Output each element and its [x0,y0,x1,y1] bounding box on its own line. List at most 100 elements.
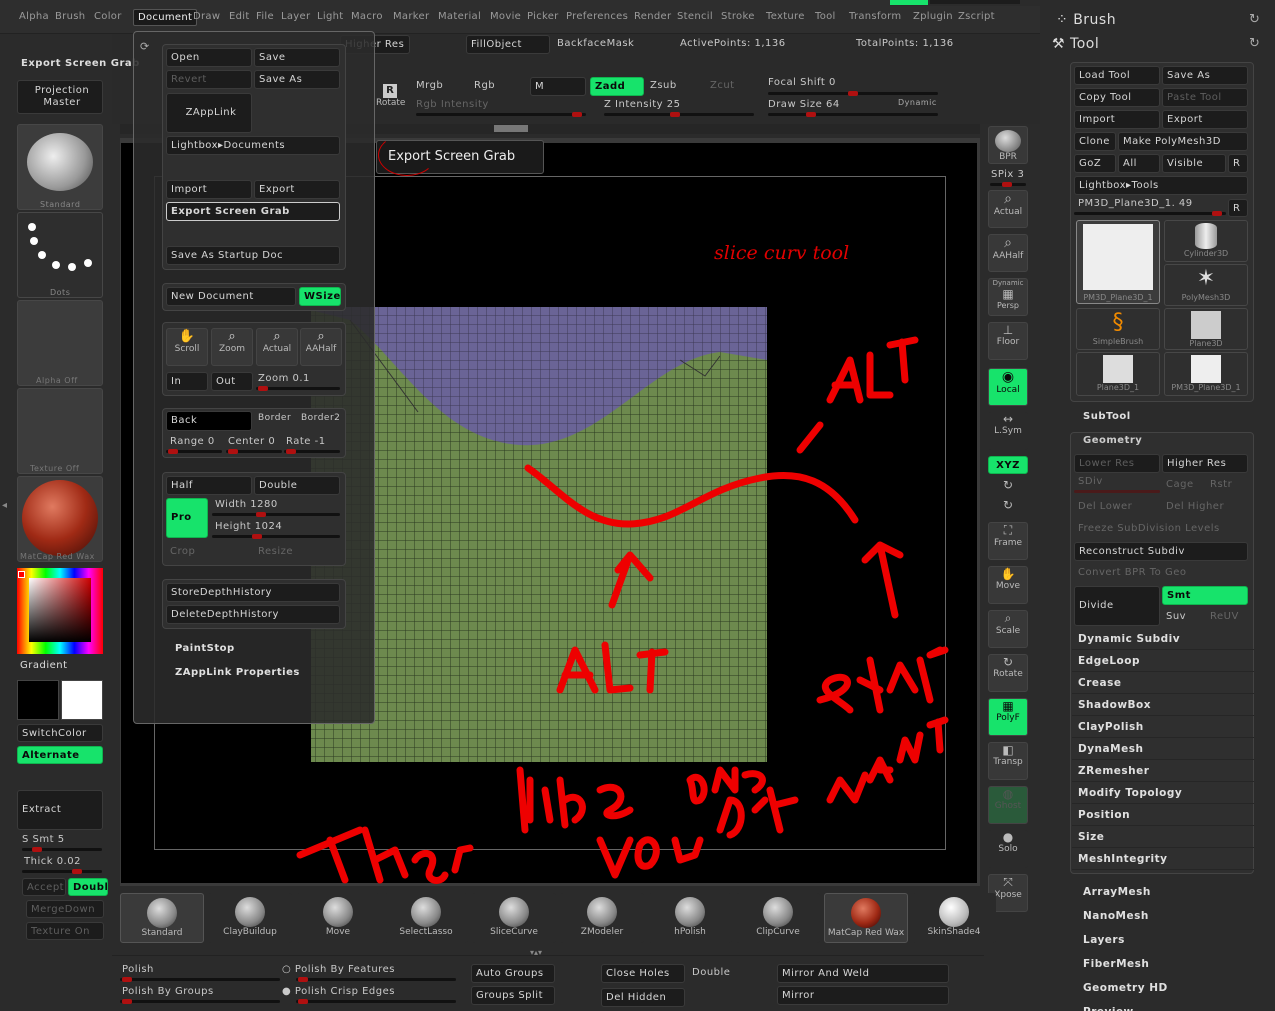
geometry-item-dynamic-subdiv[interactable]: Dynamic Subdiv [1072,629,1254,650]
rate-track[interactable] [284,449,340,454]
actual-icon[interactable]: ⌕ Actual [256,328,298,366]
goz-all-button[interactable]: All [1118,154,1160,173]
tool-thumb-pm3d-2[interactable]: PM3D_Plane3D_1 [1164,352,1248,396]
save-as-startup-button[interactable]: Save As Startup Doc [166,246,340,265]
auto-groups-button[interactable]: Auto Groups [471,964,555,983]
geometry-section[interactable]: Geometry [1083,435,1142,446]
frame-button[interactable]: ⛶ Frame [988,522,1028,560]
spix-track[interactable] [990,182,1026,187]
border-button[interactable]: Border [258,413,291,423]
tool-thumb-plane3d[interactable]: Plane3D [1164,308,1248,350]
geometry-item-shadowbox[interactable]: ShadowBox [1072,695,1254,716]
brush-move[interactable]: Move [296,893,380,943]
rotate-y-icon[interactable]: ↻ [996,478,1020,494]
export-screen-grab-button[interactable]: Export Screen Grab [166,202,340,221]
width-track[interactable] [212,512,340,517]
range-track[interactable] [166,449,222,454]
suv-toggle[interactable]: Suv [1166,611,1186,622]
polish-groups-track[interactable] [120,999,280,1004]
tool-thumb-plane3d-1[interactable]: Plane3D_1 [1076,352,1160,396]
save-as-tool-button[interactable]: Save As [1162,66,1248,85]
save-button[interactable]: Save [254,48,340,67]
geometry-item-zremesher[interactable]: ZRemesher [1072,761,1254,782]
scroll-icon[interactable]: ✋ Scroll [166,328,208,366]
store-depth-button[interactable]: StoreDepthHistory [166,583,340,602]
brush-standard[interactable]: Standard [120,893,204,943]
mirror-weld-button[interactable]: Mirror And Weld [777,964,949,983]
geometry-item-claypolish[interactable]: ClayPolish [1072,717,1254,738]
border2-button[interactable]: Border2 [301,413,340,423]
del-lower-button[interactable]: Del Lower [1078,501,1132,512]
del-higher-button[interactable]: Del Higher [1166,501,1224,512]
geometry-item-meshintegrity[interactable]: MeshIntegrity [1072,849,1254,870]
geometry-item-modify-topology[interactable]: Modify Topology [1072,783,1254,804]
aahalf-icon[interactable]: ⌕ AAHalf [300,328,342,366]
polyf-button[interactable]: ▦ PolyF [988,698,1028,736]
bpr-button[interactable]: BPR [988,126,1028,164]
new-document-button[interactable]: New Document [166,287,296,306]
crop-button[interactable]: Crop [170,546,195,557]
geometry-item-position[interactable]: Position [1072,805,1254,826]
brush-slicecurve[interactable]: SliceCurve [472,893,556,943]
lightbox-documents-button[interactable]: Lightbox▸Documents [166,136,340,155]
zoom-slider[interactable]: Zoom 0.1 [258,373,310,384]
center-slider[interactable]: Center 0 [228,436,275,447]
brush-matcap-red-wax[interactable]: MatCap Red Wax [824,893,908,943]
subtool-section[interactable]: SubTool [1083,411,1131,422]
zoom-track[interactable] [256,386,340,391]
make-polymesh-button[interactable]: Make PolyMesh3D [1118,132,1248,151]
current-tool-track[interactable] [1074,211,1226,216]
geometry-item-dynamesh[interactable]: DynaMesh [1072,739,1254,760]
resize-button[interactable]: Resize [258,546,293,557]
goz-visible-button[interactable]: Visible [1162,154,1226,173]
rate-slider[interactable]: Rate -1 [286,436,326,447]
pin-icon[interactable]: ⟳ [140,40,149,53]
height-slider[interactable]: Height 1024 [215,521,282,532]
export-tool-button[interactable]: Export [1162,110,1248,129]
freeze-subdiv-button[interactable]: Freeze SubDivision Levels [1078,523,1220,534]
import-tool-button[interactable]: Import [1074,110,1160,129]
polish-crisp-track[interactable] [296,999,456,1004]
width-slider[interactable]: Width 1280 [215,499,278,510]
tool-palette-refresh-icon[interactable]: ↻ [1249,36,1260,51]
current-tool-r-button[interactable]: R [1228,199,1248,217]
mirror-button[interactable]: Mirror [777,986,949,1005]
reconstruct-subdiv-button[interactable]: Reconstruct Subdiv [1074,542,1248,561]
smt-toggle[interactable]: Smt [1162,586,1248,605]
shelf-actual[interactable]: ⌕ Actual [988,190,1028,228]
zoom-out-button[interactable]: Out [211,372,253,391]
zapplink-button[interactable]: ZAppLink [166,93,252,133]
ghost-button[interactable]: ◍ Ghost [988,786,1028,824]
range-slider[interactable]: Range 0 [170,436,215,447]
scale-button[interactable]: ⌕ Scale [988,610,1028,648]
solo-button[interactable]: ● Solo [988,830,1028,868]
convert-bpr-button[interactable]: Convert BPR To Geo [1078,567,1186,578]
sdiv-slider[interactable]: SDiv [1078,476,1103,487]
zoom-in-button[interactable]: In [166,372,208,391]
polish-slider[interactable]: Polish [122,964,154,975]
paste-tool-button[interactable]: Paste Tool [1162,88,1248,107]
brush-claybuildup[interactable]: ClayBuildup [208,893,292,943]
double-bottom-button[interactable]: Double [692,967,730,978]
rotate-button[interactable]: ↻ Rotate [988,654,1028,692]
higher-res-button[interactable]: Higher Res [1162,454,1248,473]
tool-section-layers[interactable]: Layers [1077,930,1259,951]
brush-skinshade4[interactable]: SkinShade4 [912,893,996,943]
double-button[interactable]: Double [254,476,340,495]
divide-button[interactable]: Divide [1074,586,1160,626]
tool-thumb-pm3d[interactable]: PM3D_Plane3D_1 [1076,220,1160,304]
groups-split-button[interactable]: Groups Split [471,986,555,1005]
rotate-z-icon[interactable]: ↻ [996,498,1020,514]
open-button[interactable]: Open [166,48,252,67]
half-button[interactable]: Half [166,476,252,495]
lsym-button[interactable]: ↔ L.Sym [988,412,1028,450]
zapplink-properties-item[interactable]: ZAppLink Properties [175,667,300,678]
brush-zmodeler[interactable]: ZModeler [560,893,644,943]
revert-button[interactable]: Revert [166,70,252,89]
center-track[interactable] [226,449,282,454]
tool-section-arraymesh[interactable]: ArrayMesh [1077,882,1259,903]
polish-groups-slider[interactable]: Polish By Groups [122,986,214,997]
geometry-item-edgeloop[interactable]: EdgeLoop [1072,651,1254,672]
geometry-item-crease[interactable]: Crease [1072,673,1254,694]
geometry-item-size[interactable]: Size [1072,827,1254,848]
